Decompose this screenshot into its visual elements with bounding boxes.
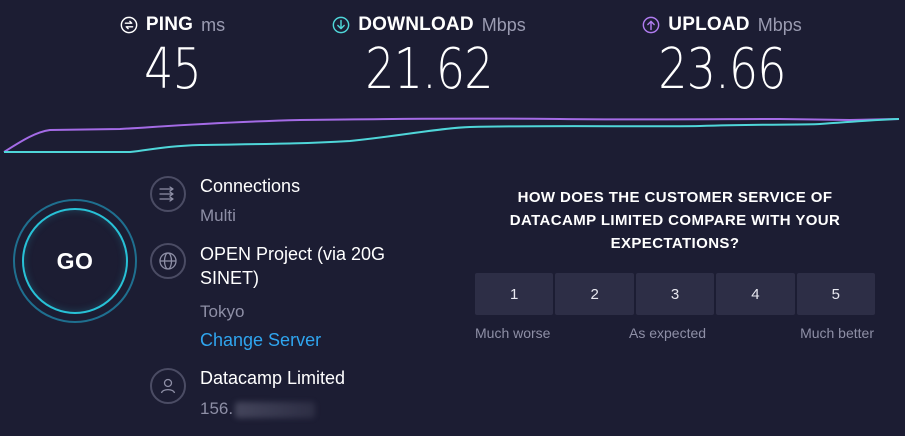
speed-graph xyxy=(3,117,900,153)
download-label: DOWNLOAD xyxy=(358,14,474,35)
scale-mid-label: As expected xyxy=(629,325,707,341)
ip-redaction xyxy=(235,401,316,418)
upload-arrow-icon xyxy=(642,16,660,34)
ping-label: PING xyxy=(145,14,194,35)
survey-question: HOW DOES THE CUSTOMER SERVICE OF DATACAM… xyxy=(509,189,841,252)
upload-label: UPLOAD xyxy=(668,14,750,35)
download-unit: Mbps xyxy=(481,14,526,35)
ping-unit: ms xyxy=(201,14,226,35)
provider-ip: 156. xyxy=(200,398,316,420)
upload-value: 23.66 xyxy=(658,37,786,102)
ping-metric: PING ms 45 xyxy=(110,12,235,102)
ping-icon xyxy=(120,16,138,34)
download-speed-line xyxy=(4,118,900,153)
download-value: 21.62 xyxy=(365,37,493,102)
go-label: GO xyxy=(56,247,94,274)
rating-option-4[interactable]: 4 xyxy=(716,273,795,315)
scale-low-label: Much worse xyxy=(475,325,551,341)
server-location: Tokyo xyxy=(200,302,245,321)
provider-name: Datacamp Limited xyxy=(200,368,346,388)
user-icon xyxy=(150,368,186,404)
connections-mode[interactable]: Multi xyxy=(200,205,236,227)
go-button[interactable]: GO xyxy=(13,199,137,323)
globe-icon xyxy=(150,243,186,279)
download-arrow-icon xyxy=(332,16,350,34)
change-server-link[interactable]: Change Server xyxy=(200,330,321,351)
rating-option-3[interactable]: 3 xyxy=(635,273,715,315)
upload-metric: UPLOAD Mbps 23.66 xyxy=(632,12,812,102)
server-name: OPEN Project (via 20G SINET) xyxy=(200,244,386,288)
connections-arrows-icon[interactable] xyxy=(150,176,186,212)
connections-title: Connections xyxy=(200,176,301,196)
upload-speed-line xyxy=(3,117,900,153)
rating-scale: 1 2 3 4 5 xyxy=(475,273,876,315)
rating-option-1[interactable]: 1 xyxy=(475,273,554,315)
ping-value: 45 xyxy=(144,37,202,102)
rating-option-2[interactable]: 2 xyxy=(555,273,634,315)
provider-ip-prefix: 156. xyxy=(200,399,234,418)
scale-high-label: Much better xyxy=(800,325,874,341)
download-metric: DOWNLOAD Mbps 21.62 xyxy=(323,12,535,102)
upload-unit: Mbps xyxy=(757,14,802,35)
rating-option-5[interactable]: 5 xyxy=(796,273,876,315)
